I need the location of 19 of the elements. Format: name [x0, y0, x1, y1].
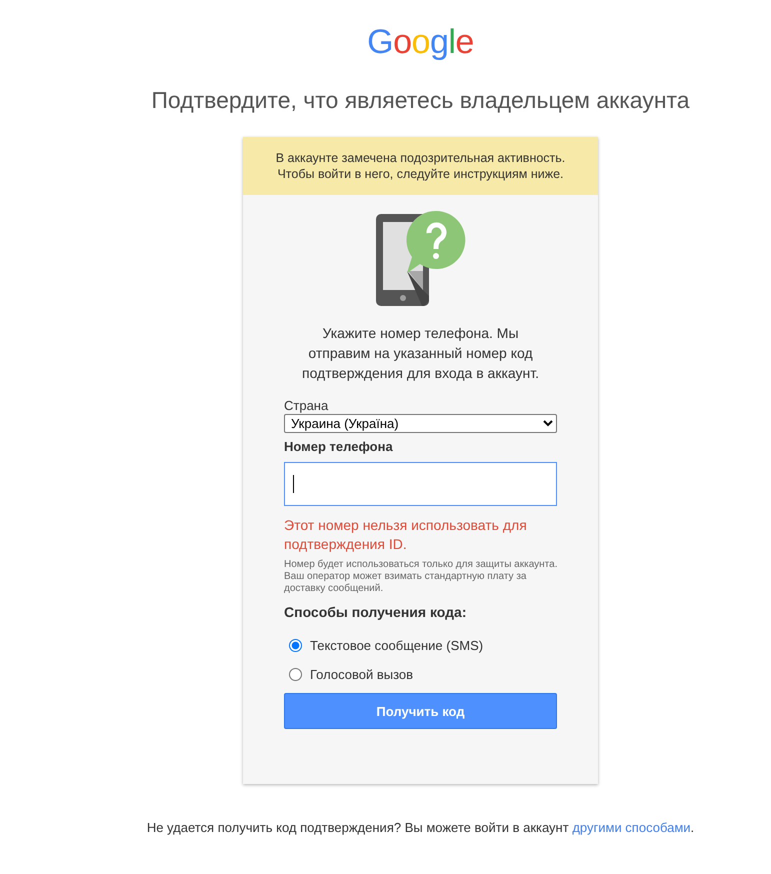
country-label: Страна: [284, 398, 330, 414]
get-code-button[interactable]: Получить код: [284, 693, 557, 729]
text-cursor-icon: [293, 475, 294, 493]
phone-input-field[interactable]: [284, 462, 557, 506]
logo: Google: [367, 22, 474, 62]
radio-button[interactable]: [289, 639, 302, 652]
radio-button[interactable]: [289, 668, 302, 681]
warning-banner: В аккаунте замечена подозрительная активность. Чтобы войти в него, следуйте инструкциям ниже.: [243, 137, 598, 195]
country-select[interactable]: Украина (Україна): [284, 414, 557, 433]
instructions-text: Укажите номер телефона. Мы отправим на указанный номер код подтверждения для входа в аккаунт.: [300, 324, 540, 383]
radio-label: Текстовое сообщение (SMS): [310, 638, 484, 654]
error-message: Этот номер нельзя использовать для подтверждения ID.: [284, 516, 528, 554]
footer-text: Не удается получить код подтверждения? Вы можете войти в аккаунт другими способами.: [146, 820, 694, 836]
note-text: Номер будет использоваться только для защиты аккаунта. Ваш оператор может взимать стандартную плату за доставку сообщений.: [284, 559, 558, 595]
other-ways-link[interactable]: другими способами: [572, 820, 691, 835]
page-heading: Подтвердите, что являетесь владельцем аккаунта: [151, 86, 690, 115]
radio-label: Голосовой вызов: [310, 666, 414, 682]
phone-label: Номер телефона: [284, 439, 394, 455]
section-title: Способы получения кода:: [284, 603, 468, 621]
